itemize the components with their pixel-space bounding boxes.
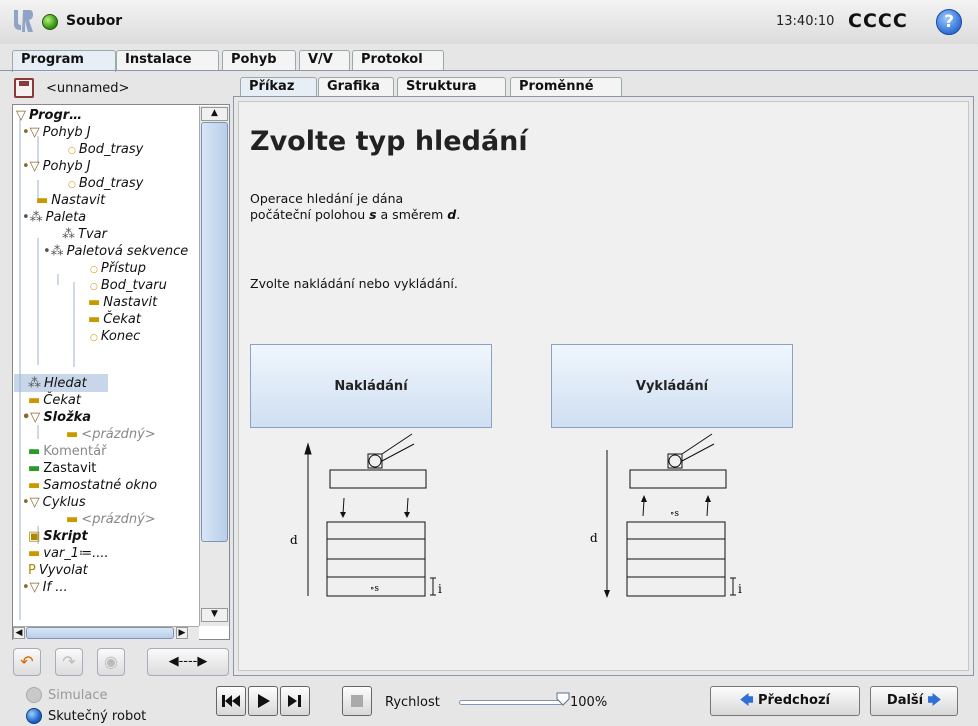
destacking-i-label: i: [738, 582, 742, 596]
scroll-down-icon[interactable]: ▼: [201, 608, 228, 622]
play-button[interactable]: [248, 686, 278, 716]
tree-item-assignment[interactable]: ▬ var_1≔....: [28, 545, 109, 562]
destacking-s-label: ∘s: [670, 509, 679, 519]
tree-item-folder[interactable]: •▽ Složka: [22, 409, 91, 426]
stacking-s-label: ∘s: [370, 584, 379, 594]
tab-prikaz[interactable]: Příkaz: [240, 77, 317, 97]
destacking-diagram: d i ∘s: [590, 433, 742, 598]
ur-logo: [14, 10, 33, 32]
tab-grafika[interactable]: Grafika: [318, 77, 394, 97]
tree-item-set-2[interactable]: ▬ Nastavit: [88, 294, 157, 311]
tree-item-end[interactable]: ○ Konec: [90, 328, 140, 347]
tree-item-wait-2[interactable]: ▬ Čekat: [28, 392, 81, 409]
speed-label: Rychlost: [385, 695, 440, 710]
tree-item-movej-2[interactable]: •▽ Pohyb J: [22, 158, 91, 175]
tree-item-pallet[interactable]: •⁂ Paleta: [22, 209, 86, 226]
tree-item-popup[interactable]: ▬ Samostatné okno: [28, 477, 157, 494]
page-title: Zvolte typ hledání: [250, 126, 528, 157]
tree-item-pallet-sequence[interactable]: •⁂ Paletová sekvence: [43, 243, 198, 260]
tree-item-wait-1[interactable]: ▬ Čekat: [88, 311, 141, 328]
scroll-left-icon[interactable]: ◀: [13, 627, 25, 639]
tab-program[interactable]: Program: [12, 50, 116, 72]
tab-struktura[interactable]: Struktura: [397, 77, 506, 97]
stop-icon: [351, 695, 363, 707]
tab-divider: [0, 70, 978, 71]
file-menu-icon[interactable]: [42, 14, 58, 30]
tree-item-empty-2[interactable]: ▬ <prázdný>: [66, 511, 156, 528]
stacking-button[interactable]: Nakládání: [250, 344, 492, 428]
real-robot-radio[interactable]: [26, 708, 42, 724]
tree-item-search[interactable]: ⁂ Hledat: [28, 375, 87, 392]
speed-slider-knob[interactable]: [556, 692, 570, 706]
simulation-radio[interactable]: [26, 687, 42, 703]
tree-item-set-1[interactable]: ▬ Nastavit: [36, 192, 105, 209]
undo-icon[interactable]: ↶: [13, 648, 41, 676]
save-icon[interactable]: [14, 78, 34, 98]
selection-prompt: Zvolte nakládání nebo vykládání.: [250, 276, 458, 291]
help-icon[interactable]: ?: [936, 9, 962, 35]
tree-item-stop[interactable]: ▬ Zastavit: [28, 460, 96, 477]
tab-vv[interactable]: V/V: [299, 50, 350, 71]
scroll-right-icon[interactable]: ▶: [176, 627, 188, 639]
description-line-2: počáteční polohou s a směrem d.: [250, 207, 461, 222]
step-icon: [288, 695, 301, 707]
program-name: <unnamed>: [46, 81, 130, 96]
tree-item-program[interactable]: ▽ Progr…: [16, 107, 82, 124]
tree-item-pattern[interactable]: ⁂ Tvar: [62, 226, 107, 243]
tree-item-call[interactable]: P Vyvolat: [28, 562, 88, 579]
tab-protokol[interactable]: Protokol: [352, 50, 444, 71]
tab-promenne[interactable]: Proměnné: [510, 77, 622, 97]
rewind-icon: [222, 695, 240, 707]
speed-value: 100%: [570, 695, 608, 710]
next-button[interactable]: Další 🡆: [870, 686, 958, 716]
file-menu-label[interactable]: Soubor: [66, 13, 122, 29]
play-icon: [258, 694, 270, 708]
speed-slider[interactable]: [459, 700, 563, 705]
step-button[interactable]: [280, 686, 310, 716]
expand-panel-icon[interactable]: ◀----▶: [147, 648, 229, 676]
tree-item-movej-1[interactable]: •▽ Pohyb J: [22, 124, 91, 141]
stacking-diagram: d i ∘s: [290, 433, 442, 597]
stop-button[interactable]: [342, 686, 372, 716]
destacking-d-label: d: [590, 531, 598, 545]
clock: 13:40:10: [776, 14, 835, 29]
tree-item-if[interactable]: •▽ If ...: [22, 579, 68, 596]
rewind-button[interactable]: [216, 686, 246, 716]
destacking-button[interactable]: Vykládání: [551, 344, 793, 428]
stacking-i-label: i: [438, 582, 442, 596]
simulation-label[interactable]: Simulace: [48, 688, 108, 703]
arrow-left-icon: 🡄: [740, 693, 754, 708]
tree-item-loop[interactable]: •▽ Cyklus: [22, 494, 86, 511]
previous-button[interactable]: 🡄 Předchozí: [710, 686, 860, 716]
tab-instalace[interactable]: Instalace: [116, 50, 219, 71]
robot-name: CCCC: [848, 10, 908, 32]
tree-item-script[interactable]: ▣ Skript: [28, 528, 88, 545]
vertical-scroll-thumb[interactable]: [201, 122, 228, 542]
description-line-1: Operace hledání je dána: [250, 191, 404, 206]
tree-item-comment[interactable]: ▬ Komentář: [28, 443, 106, 460]
horizontal-scroll-thumb[interactable]: [26, 627, 174, 639]
arrow-right-icon: 🡆: [927, 693, 942, 708]
real-robot-label[interactable]: Skutečný robot: [48, 709, 146, 724]
scroll-up-icon[interactable]: ▲: [201, 107, 228, 121]
tab-pohyb[interactable]: Pohyb: [222, 50, 296, 71]
tree-item-empty-1[interactable]: ▬ <prázdný>: [66, 426, 156, 443]
stacking-d-label: d: [290, 533, 298, 547]
redo-icon[interactable]: ↷: [55, 648, 83, 676]
record-icon[interactable]: ◉: [97, 648, 125, 676]
